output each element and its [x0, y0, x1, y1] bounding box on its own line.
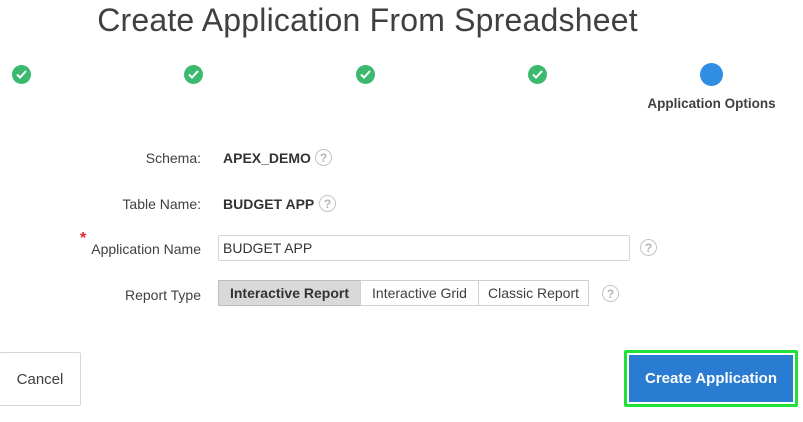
table-name-value: BUDGET APP	[223, 196, 315, 212]
schema-label: Schema:	[145, 150, 201, 166]
step-complete-check-icon	[12, 65, 31, 84]
schema-value: APEX_DEMO	[223, 150, 311, 166]
create-application-highlight: Create Application	[624, 350, 798, 407]
step-complete-check-icon	[528, 65, 547, 84]
report-type-classic-report[interactable]: Classic Report	[478, 280, 589, 306]
step-complete-check-icon	[356, 65, 375, 84]
application-name-label: Application Name	[91, 241, 201, 257]
report-type-interactive-report[interactable]: Interactive Report	[218, 280, 361, 306]
table-name-label: Table Name:	[122, 196, 201, 212]
report-type-label: Report Type	[124, 287, 201, 303]
create-application-button[interactable]: Create Application	[629, 355, 793, 402]
page-title: Create Application From Spreadsheet	[97, 2, 638, 38]
table-name-help-icon[interactable]: ?	[319, 195, 336, 212]
schema-help-icon[interactable]: ?	[315, 149, 332, 166]
wizard-page: Create Application From Spreadsheet Appl…	[0, 0, 803, 422]
report-type-help-icon[interactable]: ?	[602, 285, 619, 302]
report-type-interactive-grid[interactable]: Interactive Grid	[360, 280, 479, 306]
cancel-button[interactable]: Cancel	[0, 352, 81, 406]
current-step-label: Application Options	[647, 96, 776, 111]
current-step-indicator	[700, 63, 723, 86]
application-name-input[interactable]	[218, 235, 630, 261]
application-name-help-icon[interactable]: ?	[640, 239, 657, 256]
step-complete-check-icon	[184, 65, 203, 84]
